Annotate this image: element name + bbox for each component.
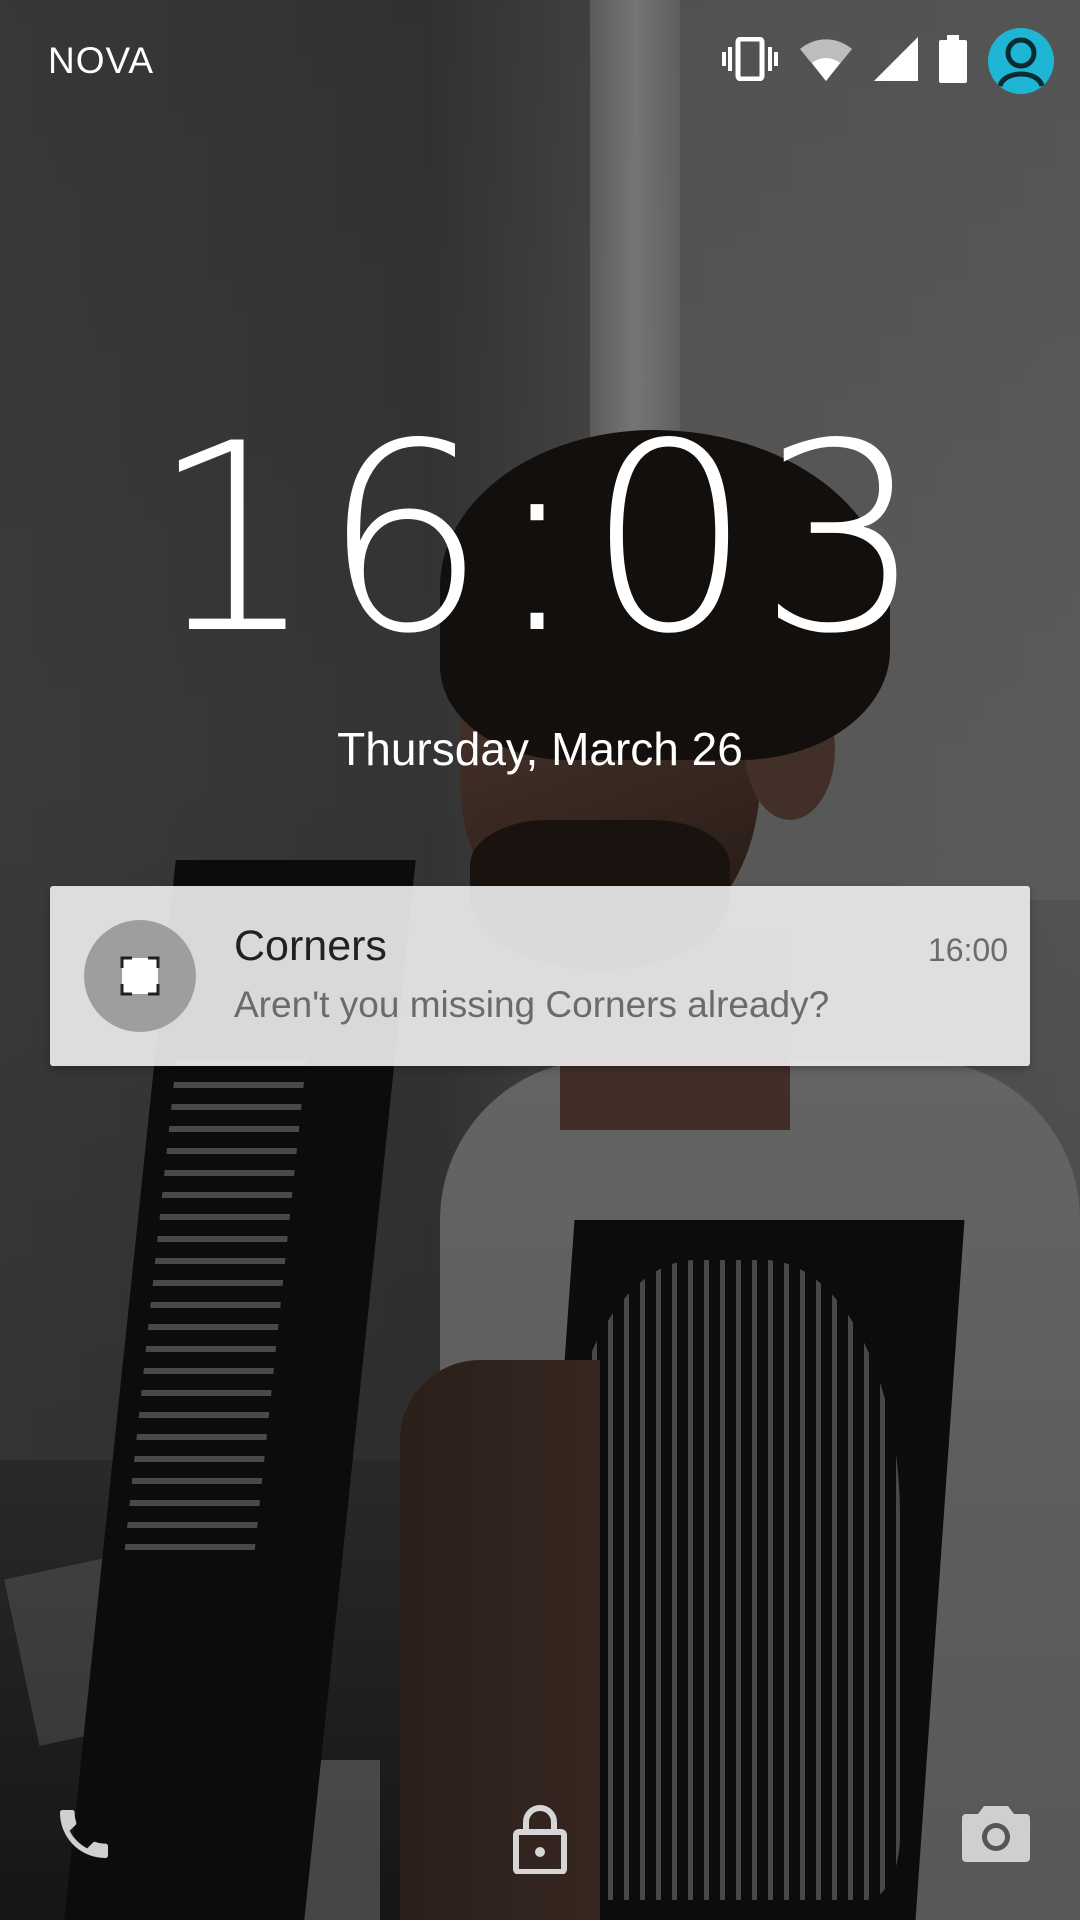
- corners-app-icon: [84, 920, 196, 1032]
- notification-time: 16:00: [927, 932, 1008, 968]
- camera-icon[interactable]: [962, 1802, 1030, 1866]
- lock-icon[interactable]: [508, 1802, 572, 1878]
- lockscreen-date: Thursday, March 26: [337, 723, 743, 775]
- user-avatar-icon[interactable]: [988, 28, 1054, 94]
- wifi-icon: [798, 37, 854, 85]
- lockscreen-actions: [0, 1780, 1080, 1900]
- lockscreen-clock: 16:03: [150, 389, 930, 691]
- lock-screen: NOVA 16:03 Thursday, March 26 Corners Ar…: [0, 0, 1080, 1920]
- status-icons: [702, 26, 1054, 96]
- cell-signal-icon: [874, 37, 918, 85]
- status-bar: NOVA: [0, 0, 1080, 120]
- phone-icon[interactable]: [52, 1802, 116, 1870]
- vibrate-icon: [722, 36, 778, 85]
- carrier-label: NOVA: [48, 40, 155, 81]
- notification-title: Corners: [234, 922, 387, 970]
- battery-icon: [938, 35, 968, 87]
- notification-card[interactable]: Corners Aren't you missing Corners alrea…: [50, 886, 1030, 1066]
- notification-body: Aren't you missing Corners already?: [234, 984, 830, 1025]
